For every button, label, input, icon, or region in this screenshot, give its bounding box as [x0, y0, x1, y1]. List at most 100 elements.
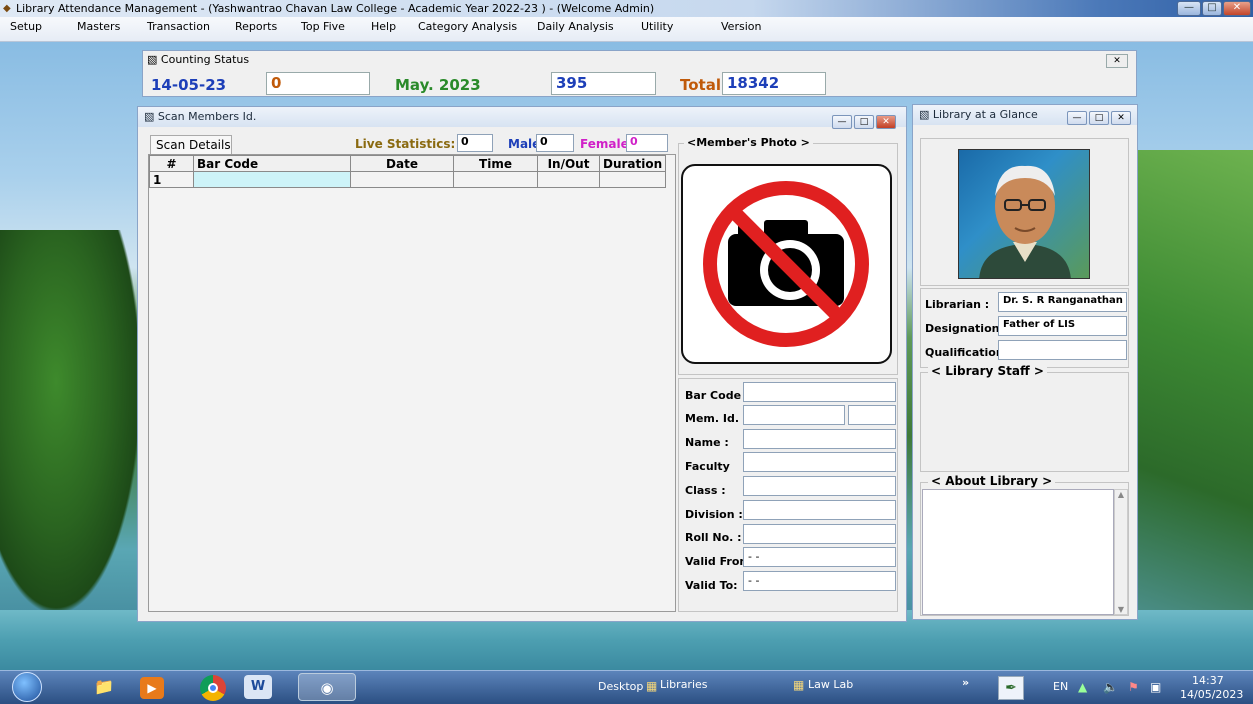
- background-tree: [0, 230, 140, 610]
- scan-maximize-button[interactable]: □: [854, 115, 874, 129]
- division-field[interactable]: [743, 500, 896, 520]
- clock-time[interactable]: 14:37: [1192, 674, 1224, 687]
- barcode-field[interactable]: [743, 382, 896, 402]
- about-library-textarea[interactable]: [922, 489, 1114, 615]
- menu-top-five[interactable]: Top Five: [301, 20, 345, 33]
- scan-grid-area: # Bar Code Date Time In/Out Duration 1: [148, 154, 676, 612]
- current-month: May. 2023: [395, 76, 481, 94]
- table-row[interactable]: 1: [149, 171, 667, 188]
- month-count: 395: [551, 72, 656, 95]
- menu-utility[interactable]: Utility: [641, 20, 673, 33]
- network-icon[interactable]: ▲: [1078, 680, 1087, 694]
- pen-tool-icon[interactable]: ✒: [998, 676, 1024, 700]
- chevron-right-icon[interactable]: »: [962, 676, 969, 689]
- live-stats-value: 0: [457, 134, 493, 152]
- duration-cell: [598, 171, 667, 188]
- action-center-icon[interactable]: ⚑: [1128, 680, 1139, 694]
- glance-minimize-button[interactable]: —: [1067, 111, 1087, 125]
- qualification-label: Qualification:: [925, 346, 1009, 359]
- about-library-label: < About Library >: [928, 474, 1056, 488]
- column-header[interactable]: Bar Code: [193, 155, 351, 172]
- app-icon: ◆: [3, 3, 11, 14]
- window-icon: ▧: [144, 110, 155, 123]
- scroll-down-icon[interactable]: ▼: [1115, 605, 1127, 614]
- word-icon[interactable]: W: [244, 675, 272, 699]
- qualification-field: [998, 340, 1127, 360]
- designation-field: Father of LIS: [998, 316, 1127, 336]
- clock-date[interactable]: 14/05/2023: [1180, 688, 1243, 701]
- field-label-roll-no: Roll No. :: [685, 531, 742, 544]
- name-field[interactable]: [743, 429, 896, 449]
- chrome-icon[interactable]: [200, 675, 226, 701]
- close-button[interactable]: ✕: [1223, 1, 1251, 16]
- scan-close-button[interactable]: ✕: [876, 115, 896, 129]
- menu-daily-analysis[interactable]: Daily Analysis: [537, 20, 614, 33]
- today-count: 0: [266, 72, 370, 95]
- column-header[interactable]: #: [149, 155, 194, 172]
- scan-table: # Bar Code Date Time In/Out Duration 1: [149, 155, 667, 188]
- row-number: 1: [149, 171, 194, 188]
- field-label-class: Class :: [685, 484, 726, 497]
- counting-status-title: Counting Status: [160, 53, 250, 66]
- barcode-cell[interactable]: [193, 171, 351, 188]
- maximize-button[interactable]: □: [1202, 1, 1222, 16]
- glance-window-title: Library at a Glance: [932, 108, 1038, 121]
- counting-status-close-icon[interactable]: ✕: [1106, 54, 1128, 68]
- time-cell: [453, 171, 538, 188]
- current-date: 14-05-23: [151, 76, 227, 94]
- column-header[interactable]: In/Out: [537, 155, 600, 172]
- taskbar-desktop[interactable]: Desktop: [598, 680, 643, 693]
- faculty-field[interactable]: [743, 452, 896, 472]
- explorer-icon[interactable]: 📁: [86, 674, 122, 700]
- scan-minimize-button[interactable]: —: [832, 115, 852, 129]
- field-label-valid-to: Valid To:: [685, 579, 738, 592]
- language-indicator[interactable]: EN: [1053, 680, 1068, 693]
- scroll-up-icon[interactable]: ▲: [1115, 490, 1127, 499]
- device-icon[interactable]: ▣: [1150, 680, 1161, 694]
- column-header[interactable]: Duration: [598, 155, 667, 172]
- about-library-scrollbar[interactable]: ▲ ▼: [1114, 489, 1128, 615]
- menu-category-analysis[interactable]: Category Analysis: [418, 20, 517, 33]
- date-cell: [350, 171, 454, 188]
- column-header[interactable]: Time: [453, 155, 538, 172]
- female-value: 0: [626, 134, 668, 152]
- field-label-name: Name :: [685, 436, 729, 449]
- libraries-icon: ▦: [646, 679, 658, 693]
- class-field[interactable]: [743, 476, 896, 496]
- roll-no-field[interactable]: [743, 524, 896, 544]
- library-staff-label: < Library Staff >: [928, 364, 1047, 378]
- tab-scan-details[interactable]: Scan Details: [150, 135, 232, 154]
- menu-setup[interactable]: Setup: [10, 20, 42, 33]
- menu-transaction[interactable]: Transaction: [147, 20, 210, 33]
- inout-cell: [537, 171, 600, 188]
- minimize-button[interactable]: —: [1177, 1, 1201, 16]
- window-icon: ▧: [919, 108, 930, 121]
- library-staff-group: [920, 372, 1129, 472]
- librarian-label: Librarian :: [925, 298, 990, 311]
- mem-id-suffix-field[interactable]: [848, 405, 896, 425]
- law-lab-icon: ▦: [793, 678, 805, 692]
- background-mountain: [1138, 150, 1253, 620]
- menu-masters[interactable]: Masters: [77, 20, 120, 33]
- column-header[interactable]: Date: [350, 155, 454, 172]
- field-label-mem-id: Mem. Id. :: [685, 412, 748, 425]
- valid-from-field[interactable]: - -: [743, 547, 896, 567]
- mem-id-field[interactable]: [743, 405, 845, 425]
- male-value: 0: [536, 134, 574, 152]
- menu-version[interactable]: Version: [721, 20, 761, 33]
- glance-close-button[interactable]: ✕: [1111, 111, 1131, 125]
- app-title: Library Attendance Management - (Yashwan…: [16, 2, 655, 15]
- media-player-icon[interactable]: ▶: [140, 677, 164, 699]
- volume-icon[interactable]: 🔈: [1103, 680, 1118, 694]
- menu-reports[interactable]: Reports: [235, 20, 277, 33]
- menu-help[interactable]: Help: [371, 20, 396, 33]
- window-icon: ▧: [147, 53, 158, 66]
- taskbar-law-lab[interactable]: Law Lab: [808, 678, 853, 691]
- valid-to-field[interactable]: - -: [743, 571, 896, 591]
- library-app-icon[interactable]: ◉: [298, 673, 356, 701]
- taskbar-libraries[interactable]: Libraries: [660, 678, 708, 691]
- start-button[interactable]: [12, 672, 42, 702]
- scan-window-title: Scan Members Id.: [157, 110, 257, 123]
- field-label-barcode: Bar Code :: [685, 389, 750, 402]
- glance-maximize-button[interactable]: □: [1089, 111, 1109, 125]
